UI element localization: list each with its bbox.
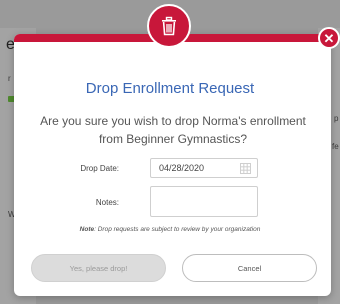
background-fragment-p: p	[334, 114, 339, 123]
drop-date-label: Drop Date:	[80, 164, 119, 173]
notes-label: Notes:	[95, 198, 119, 207]
background-fragment-fe: fe	[332, 142, 339, 151]
trash-icon	[147, 4, 191, 48]
drop-date-value: 04/28/2020	[159, 163, 205, 173]
close-button[interactable]: ✕	[318, 27, 340, 49]
drop-date-field[interactable]: 04/28/2020	[150, 158, 258, 178]
review-note: Note: Drop requests are subject to revie…	[0, 226, 340, 233]
close-icon: ✕	[323, 30, 335, 46]
calendar-icon[interactable]	[240, 163, 251, 174]
review-note-text: : Drop requests are subject to review by…	[94, 226, 261, 233]
review-note-prefix: Note	[79, 226, 95, 233]
notes-textarea[interactable]	[150, 186, 258, 217]
cancel-button[interactable]: Cancel	[182, 254, 317, 282]
confirmation-question: Are you sure you wish to drop Norma's en…	[40, 114, 306, 146]
modal-title: Drop Enrollment Request	[85, 80, 255, 97]
confirm-drop-button[interactable]: Yes, please drop!	[31, 254, 166, 282]
